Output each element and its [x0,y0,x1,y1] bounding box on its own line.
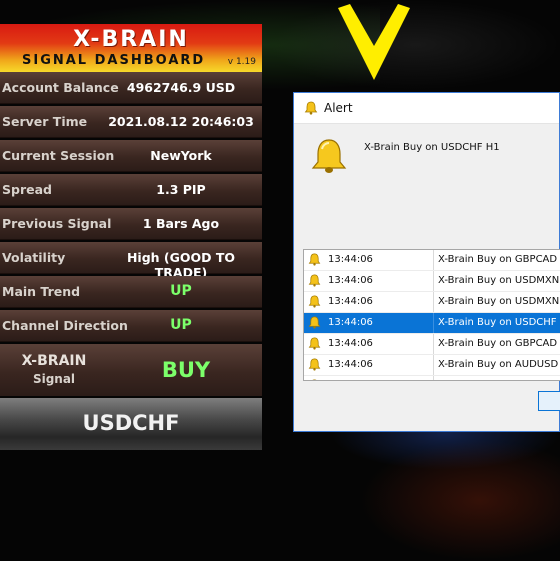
alert-text: X-Brain Buy on USDCHF H [438,317,560,328]
bell-icon [308,316,321,329]
chart-background [270,0,560,90]
row-label: Volatility [2,250,66,265]
bell-icon [308,379,321,380]
row-value: NewYork [150,148,212,163]
bell-icon [311,139,347,173]
alert-text: X-Brain Buy on USDMXN H [438,296,560,307]
row-label: Previous Signal [2,216,112,231]
dashboard-row: Channel Direction UP [0,310,262,342]
alert-list-item[interactable]: 13:44:06 X-Brain Buy on GBPCAD M [304,250,560,271]
signal-sublabel: Signal [32,372,76,386]
bell-icon [308,337,321,350]
bell-icon [308,295,321,308]
signal-value: BUY [161,358,211,382]
dashboard-row: Server Time 2021.08.12 20:46:03 [0,106,262,138]
alert-list-item[interactable]: 13:44:06 X-Brain Buy on GBPCAD M [304,334,560,355]
close-button[interactable] [538,391,560,411]
alert-message: X-Brain Buy on USDCHF H1 [364,142,500,153]
bell-icon [308,253,321,266]
alert-history-list[interactable]: 13:44:06 X-Brain Buy on GBPCAD M 13:44:06 X… [303,249,560,381]
row-value: 1.3 PIP [156,182,206,197]
dashboard-row: Volatility High (GOOD TO TRADE) [0,242,262,280]
alert-text: X-Brain Buy on USDMXN H [438,275,560,286]
column-divider [433,292,434,312]
alert-time: 13:44:06 [328,296,373,307]
column-divider [433,313,434,333]
alert-window[interactable]: Alert X-Brain Buy on USDCHF H1 13:44:06 X… [293,92,560,432]
alert-text: X-Brain Buy on GBPCAD M [438,338,560,349]
alert-list-item[interactable]: 13:44:06 X-Brain Buy on AUDUSD M [304,355,560,376]
dashboard-row: Previous Signal 1 Bars Ago [0,208,262,240]
column-divider [433,376,434,380]
row-label: Server Time [2,114,88,129]
bell-icon [308,274,321,287]
row-value: UP [170,317,192,333]
alert-time: 13:44:06 [328,317,373,328]
column-divider [433,355,434,375]
alert-list-item[interactable]: 13:44:06 USDJPY BUY Tp 110.41 [304,376,560,381]
dashboard-row: Current Session NewYork [0,140,262,172]
alert-time: 13:44:06 [328,254,373,265]
dashboard-version: v 1.19 [227,57,256,67]
alert-text: USDJPY BUY Tp 110.41 [438,380,552,381]
down-arrow-icon [338,4,410,80]
column-divider [433,250,434,270]
dashboard-header: X-BRAIN SIGNAL DASHBOARD v 1.19 [0,24,262,72]
dashboard-row: Main Trend UP [0,276,262,308]
dashboard-subtitle: SIGNAL DASHBOARD [22,53,206,68]
chart-background [360,440,560,561]
symbol-panel: USDCHF [0,398,262,450]
row-value: 2021.08.12 20:46:03 [108,114,254,129]
dashboard-row: Spread 1.3 PIP [0,174,262,206]
signal-label: X-BRAIN [21,353,87,369]
alert-titlebar[interactable]: Alert [294,93,559,124]
column-divider [433,271,434,291]
row-label: Spread [2,182,52,197]
dashboard-rows: Account Balance 4962746.9 USD Server Time 2… [0,72,262,342]
bell-icon [304,101,318,115]
row-value: 1 Bars Ago [142,216,220,231]
alert-time: 13:44:06 [328,338,373,349]
alert-list-item[interactable]: 13:44:06 X-Brain Buy on USDMXN H [304,271,560,292]
row-label: Current Session [2,148,115,163]
alert-list-item[interactable]: 13:44:06 X-Brain Buy on USDMXN H [304,292,560,313]
signal-dashboard: X-BRAIN SIGNAL DASHBOARD v 1.19 Account … [0,24,262,450]
alert-time: 13:44:06 [328,359,373,370]
symbol-name: USDCHF [82,411,180,435]
alert-list-item[interactable]: 13:44:06 X-Brain Buy on USDCHF H [304,313,560,334]
dashboard-title: X-BRAIN [73,27,189,52]
alert-text: X-Brain Buy on AUDUSD M [438,359,560,370]
alert-time: 13:44:06 [328,275,373,286]
dashboard-row: Account Balance 4962746.9 USD [0,72,262,104]
column-divider [433,334,434,354]
alert-title: Alert [324,101,353,115]
signal-panel: X-BRAIN Signal BUY [0,344,262,396]
row-value: UP [170,283,192,299]
row-label: Main Trend [2,284,81,299]
alert-text: X-Brain Buy on GBPCAD M [438,254,560,265]
row-value: 4962746.9 USD [126,80,236,95]
bell-icon [308,358,321,371]
alert-time: 13:44:06 [328,380,373,381]
